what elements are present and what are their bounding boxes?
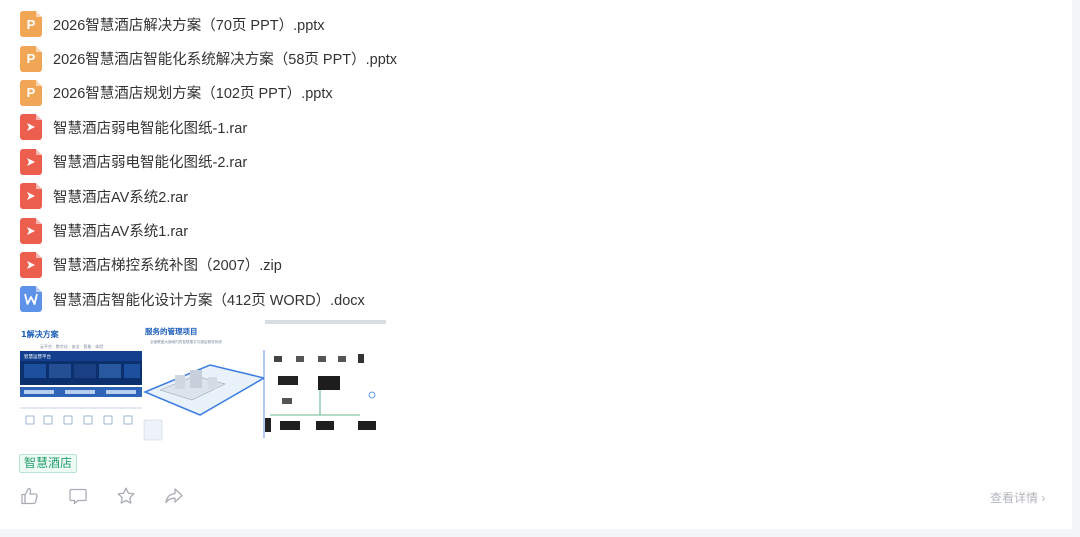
star-icon[interactable] (116, 486, 136, 506)
archive-file-icon (20, 251, 42, 278)
file-name: 智慧酒店梯控系统补图（2007）.zip (53, 258, 282, 275)
file-name: 智慧酒店AV系统1.rar (53, 224, 189, 241)
file-item[interactable]: 智慧酒店梯控系统补图（2007）.zip (20, 248, 397, 282)
attachment-list: P 2026智慧酒店解决方案（70页 PPT）.pptx P 2026智慧酒店智… (20, 7, 397, 317)
preview-images[interactable]: 1解决方案 云平台 · 数字化 · 安全 · 智能 · 体验 智慧运营平台 服务… (20, 320, 386, 442)
file-name: 2026智慧酒店解决方案（70页 PPT）.pptx (53, 17, 325, 34)
page-divider (0, 529, 1080, 537)
thumbnail-solution: 1解决方案 云平台 · 数字化 · 安全 · 智能 · 体验 智慧运营平台 (20, 320, 142, 442)
file-item[interactable]: P 2026智慧酒店智能化系统解决方案（58页 PPT）.pptx (20, 41, 397, 75)
post-card: P 2026智慧酒店解决方案（70页 PPT）.pptx P 2026智慧酒店智… (0, 0, 1072, 529)
file-item[interactable]: P 2026智慧酒店规划方案（102页 PPT）.pptx (20, 76, 397, 110)
word-file-icon (20, 286, 42, 313)
thumb2-title: 服务的管理项目 (145, 326, 198, 336)
file-item[interactable]: 智慧酒店AV系统1.rar (20, 213, 397, 247)
file-item[interactable]: 智慧酒店AV系统2.rar (20, 179, 397, 213)
thumb1-title: 1解决方案 (21, 329, 60, 339)
file-name: 智慧酒店弱电智能化图纸-2.rar (53, 155, 248, 172)
thumb1-platform-label: 智慧运营平台 (24, 353, 51, 360)
file-item[interactable]: 智慧酒店弱电智能化图纸-2.rar (20, 145, 397, 179)
topic-tag[interactable]: 智慧酒店 (19, 454, 78, 473)
ppt-file-icon: P (20, 45, 42, 72)
action-bar (20, 486, 212, 506)
thumb2-subtitle: 全面覆盖大面域内的智慧楼宇与酒店服务系统 (150, 339, 222, 344)
file-item[interactable]: 智慧酒店弱电智能化图纸-1.rar (20, 110, 397, 144)
file-name: 智慧酒店智能化设计方案（412页 WORD）.docx (53, 292, 365, 309)
file-name: 2026智慧酒店智能化系统解决方案（58页 PPT）.pptx (53, 52, 398, 69)
archive-file-icon (20, 183, 42, 210)
thumbnail-system-diagram (263, 324, 386, 442)
preview-scroll-bar (265, 320, 386, 324)
ppt-file-icon: P (20, 79, 42, 106)
thumb1-subtitle: 云平台 · 数字化 · 安全 · 智能 · 体验 (40, 343, 103, 349)
share-icon[interactable] (164, 486, 184, 506)
archive-file-icon (20, 148, 42, 175)
file-item[interactable]: P 2026智慧酒店解决方案（70页 PPT）.pptx (20, 7, 397, 41)
view-details-link[interactable]: 查看详情 › (990, 489, 1045, 506)
file-name: 智慧酒店弱电智能化图纸-1.rar (53, 120, 248, 137)
thumbs-up-icon[interactable] (20, 486, 40, 506)
archive-file-icon (20, 217, 42, 244)
thumbnail-service-projects: 服务的管理项目 全面覆盖大面域内的智慧楼宇与酒店服务系统 (142, 320, 267, 442)
file-item[interactable]: 智慧酒店智能化设计方案（412页 WORD）.docx (20, 282, 397, 316)
ppt-file-icon: P (20, 11, 42, 38)
preview-thumbnails-graphic: 1解决方案 云平台 · 数字化 · 安全 · 智能 · 体验 智慧运营平台 服务… (20, 320, 386, 442)
file-name: 2026智慧酒店规划方案（102页 PPT）.pptx (53, 86, 333, 103)
file-name: 智慧酒店AV系统2.rar (53, 189, 189, 206)
comment-icon[interactable] (68, 486, 88, 506)
archive-file-icon (20, 114, 42, 141)
